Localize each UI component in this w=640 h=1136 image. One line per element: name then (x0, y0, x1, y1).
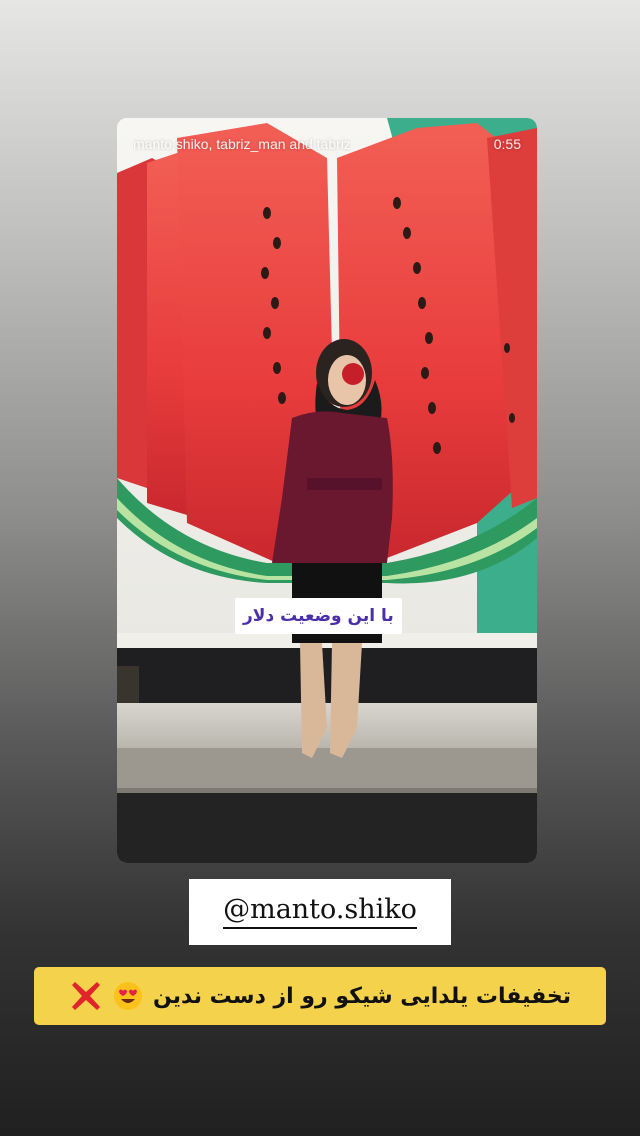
mention-sticker[interactable]: @manto.shiko (189, 879, 451, 945)
smiling-face-heart-eyes-icon (113, 982, 142, 1010)
story-photo (117, 118, 537, 863)
video-caption: با این وضعیت دلار (235, 598, 402, 634)
promo-text: تخفیفات یلدایی شیکو رو از دست ندین (152, 983, 572, 1009)
mention-handle: @manto.shiko (223, 895, 417, 929)
story-timestamp: 0:55 (493, 136, 521, 152)
story-users[interactable]: manto.shiko, tabriz_man and tabriz (133, 136, 351, 152)
story-media[interactable]: manto.shiko, tabriz_man and tabriz 0:55 … (117, 118, 537, 863)
promo-text-box: تخفیفات یلدایی شیکو رو از دست ندین (34, 967, 606, 1025)
story-header: manto.shiko, tabriz_man and tabriz 0:55 (133, 136, 521, 152)
cross-mark-icon (71, 982, 100, 1010)
